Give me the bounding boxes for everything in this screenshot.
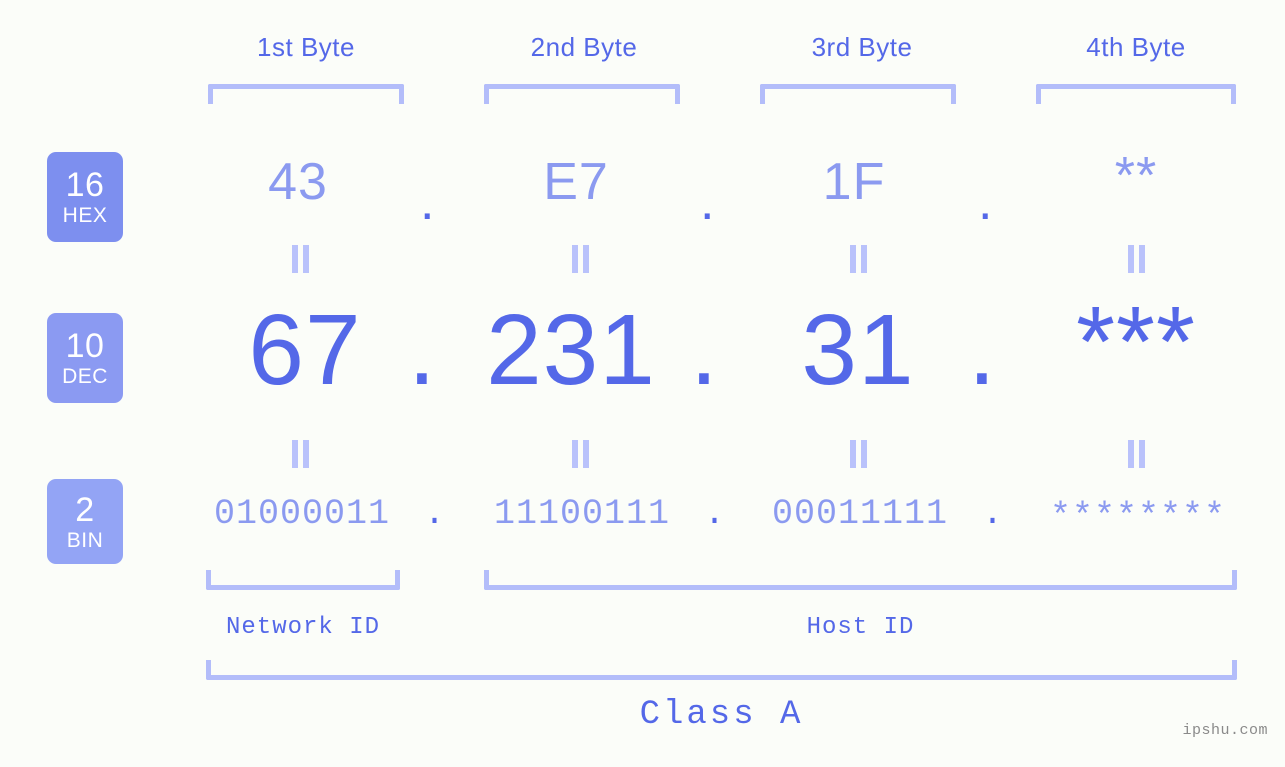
bin-byte-2: 11100111 [493, 494, 671, 534]
equals-icon-hexdec-2 [569, 245, 591, 273]
hex-byte-3: 1F [822, 153, 886, 211]
watermark: ipshu.com [1182, 722, 1268, 739]
radix-badge-bin-label: BIN [66, 528, 104, 552]
bin-byte-4: ******** [1049, 497, 1227, 537]
hex-separator-3: . [978, 173, 993, 231]
equals-icon-hexdec-3 [847, 245, 869, 273]
ip-address-breakdown-diagram: 1st Byte 2nd Byte 3rd Byte 4th Byte 16 H… [0, 0, 1285, 767]
equals-icon-decbin-2 [569, 440, 591, 468]
radix-badge-hex: 16 HEX [47, 152, 123, 242]
equals-icon-decbin-4 [1125, 440, 1147, 468]
dec-separator-2: . [690, 294, 718, 406]
dec-separator-3: . [968, 294, 996, 406]
bin-separator-2: . [704, 494, 726, 534]
radix-badge-bin: 2 BIN [47, 479, 123, 564]
dec-separator-1: . [408, 294, 436, 406]
dec-byte-4: *** [1076, 286, 1196, 398]
equals-icon-hexdec-4 [1125, 245, 1147, 273]
hex-separator-2: . [700, 173, 715, 231]
dec-byte-1: 67 [248, 294, 362, 406]
network-id-label: Network ID [225, 614, 381, 641]
dec-byte-2: 231 [486, 294, 656, 406]
hex-byte-4: ** [1114, 147, 1158, 205]
class-bracket [206, 660, 1237, 680]
bin-byte-3: 00011111 [771, 494, 949, 534]
hex-byte-2: E7 [543, 153, 609, 211]
radix-badge-bin-number: 2 [75, 490, 95, 529]
host-id-label: Host ID [806, 614, 915, 641]
radix-badge-dec-number: 10 [65, 327, 105, 365]
dec-byte-3: 31 [801, 294, 915, 406]
bin-separator-3: . [982, 494, 1004, 534]
radix-badge-hex-number: 16 [65, 166, 105, 204]
bin-separator-1: . [424, 494, 446, 534]
byte-header-3: 3rd Byte [811, 32, 913, 62]
host-id-bracket [484, 570, 1237, 590]
byte-bracket-4 [1036, 84, 1236, 104]
bin-byte-1: 01000011 [213, 494, 391, 534]
equals-icon-decbin-1 [289, 440, 311, 468]
byte-header-2: 2nd Byte [530, 32, 638, 62]
radix-badge-dec: 10 DEC [47, 313, 123, 403]
radix-badge-dec-label: DEC [62, 365, 108, 388]
equals-icon-decbin-3 [847, 440, 869, 468]
byte-bracket-3 [760, 84, 956, 104]
byte-header-1: 1st Byte [257, 32, 355, 62]
equals-icon-hexdec-1 [289, 245, 311, 273]
radix-badge-hex-label: HEX [62, 204, 108, 227]
class-label: Class A [639, 696, 804, 734]
byte-bracket-1 [208, 84, 404, 104]
network-id-bracket [206, 570, 400, 590]
byte-header-4: 4th Byte [1086, 32, 1186, 62]
byte-bracket-2 [484, 84, 680, 104]
hex-byte-1: 43 [268, 153, 328, 211]
hex-separator-1: . [420, 173, 435, 231]
